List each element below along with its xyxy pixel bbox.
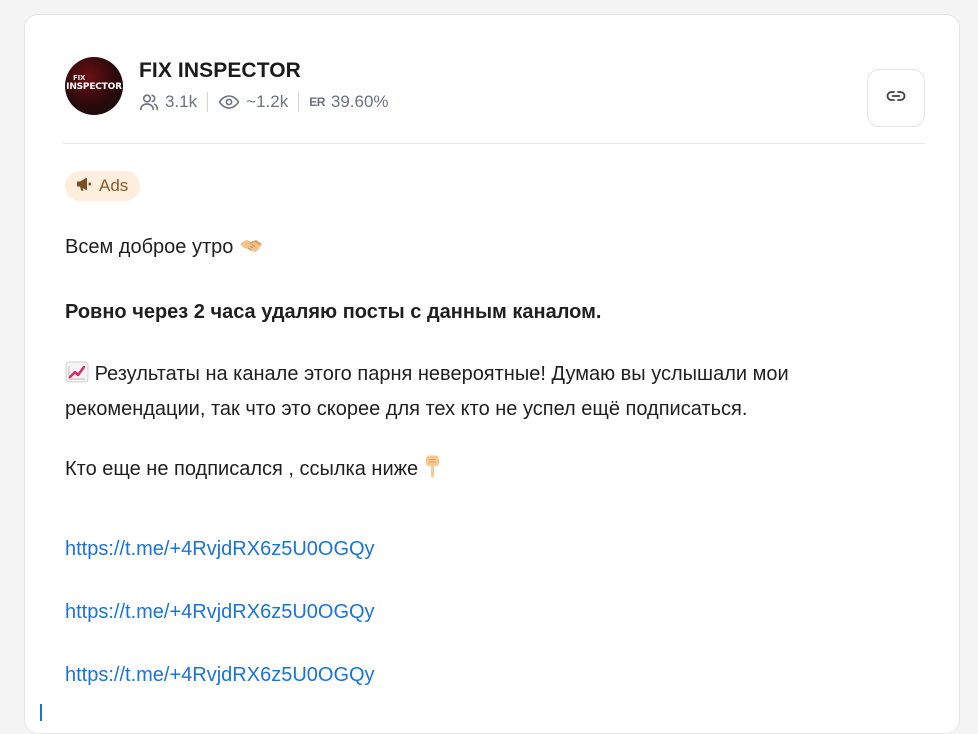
subscribers-count: 3.1k <box>165 92 198 111</box>
handshake-icon <box>239 234 263 266</box>
greeting-text: Всем доброе утро <box>65 236 234 258</box>
post-link[interactable]: https://t.me/+4RvjdRX6z5U0OGQy <box>65 533 375 565</box>
subscribers-stat: 3.1k <box>139 92 197 112</box>
who-text: Кто еще не подписался , ссылка ниже <box>65 458 419 480</box>
er-value: 39.60% <box>330 92 389 111</box>
views-count: ~1.2k <box>246 92 289 111</box>
chart-increasing-icon <box>65 361 89 393</box>
post-bold-line: Ровно через 2 часа удаляю посты с данным… <box>65 301 602 323</box>
er-label: ER <box>309 95 325 109</box>
results-text: Результаты на канале этого парня невероя… <box>65 363 789 420</box>
channel-name[interactable]: FIX INSPECTOR <box>139 59 301 83</box>
avatar-logo: FIX INSPECTOR <box>65 74 123 92</box>
post-link[interactable]: https://t.me/+4RvjdRX6z5U0OGQy <box>65 596 375 628</box>
stat-divider <box>298 92 300 112</box>
post-card: FIX INSPECTOR FIX INSPECTOR 3.1k ~1.2k E… <box>24 14 960 734</box>
post-results: Результаты на канале этого парня невероя… <box>65 358 927 425</box>
stat-divider <box>207 92 209 112</box>
users-icon <box>139 93 159 111</box>
eye-icon <box>218 94 240 110</box>
channel-header: FIX INSPECTOR FIX INSPECTOR 3.1k ~1.2k E… <box>63 55 925 127</box>
channel-stats: 3.1k ~1.2k ER 39.60% <box>139 91 389 113</box>
link-icon <box>885 89 907 108</box>
ads-badge: Ads <box>65 171 141 201</box>
pointing-down-icon <box>424 454 442 488</box>
er-stat: ER 39.60% <box>309 92 388 112</box>
channel-avatar[interactable]: FIX INSPECTOR <box>65 57 123 115</box>
header-divider <box>63 143 925 144</box>
post-greeting: Всем доброе утро <box>65 231 263 266</box>
views-stat: ~1.2k <box>218 92 288 112</box>
avatar-logo-main: INSPECTOR <box>66 82 122 92</box>
copy-link-button[interactable] <box>867 69 925 127</box>
text-caret <box>40 704 42 721</box>
post-link[interactable]: https://t.me/+4RvjdRX6z5U0OGQy <box>65 659 375 691</box>
ads-label: Ads <box>99 176 129 195</box>
post-who: Кто еще не подписался , ссылка ниже <box>65 453 442 488</box>
megaphone-icon <box>75 176 93 197</box>
